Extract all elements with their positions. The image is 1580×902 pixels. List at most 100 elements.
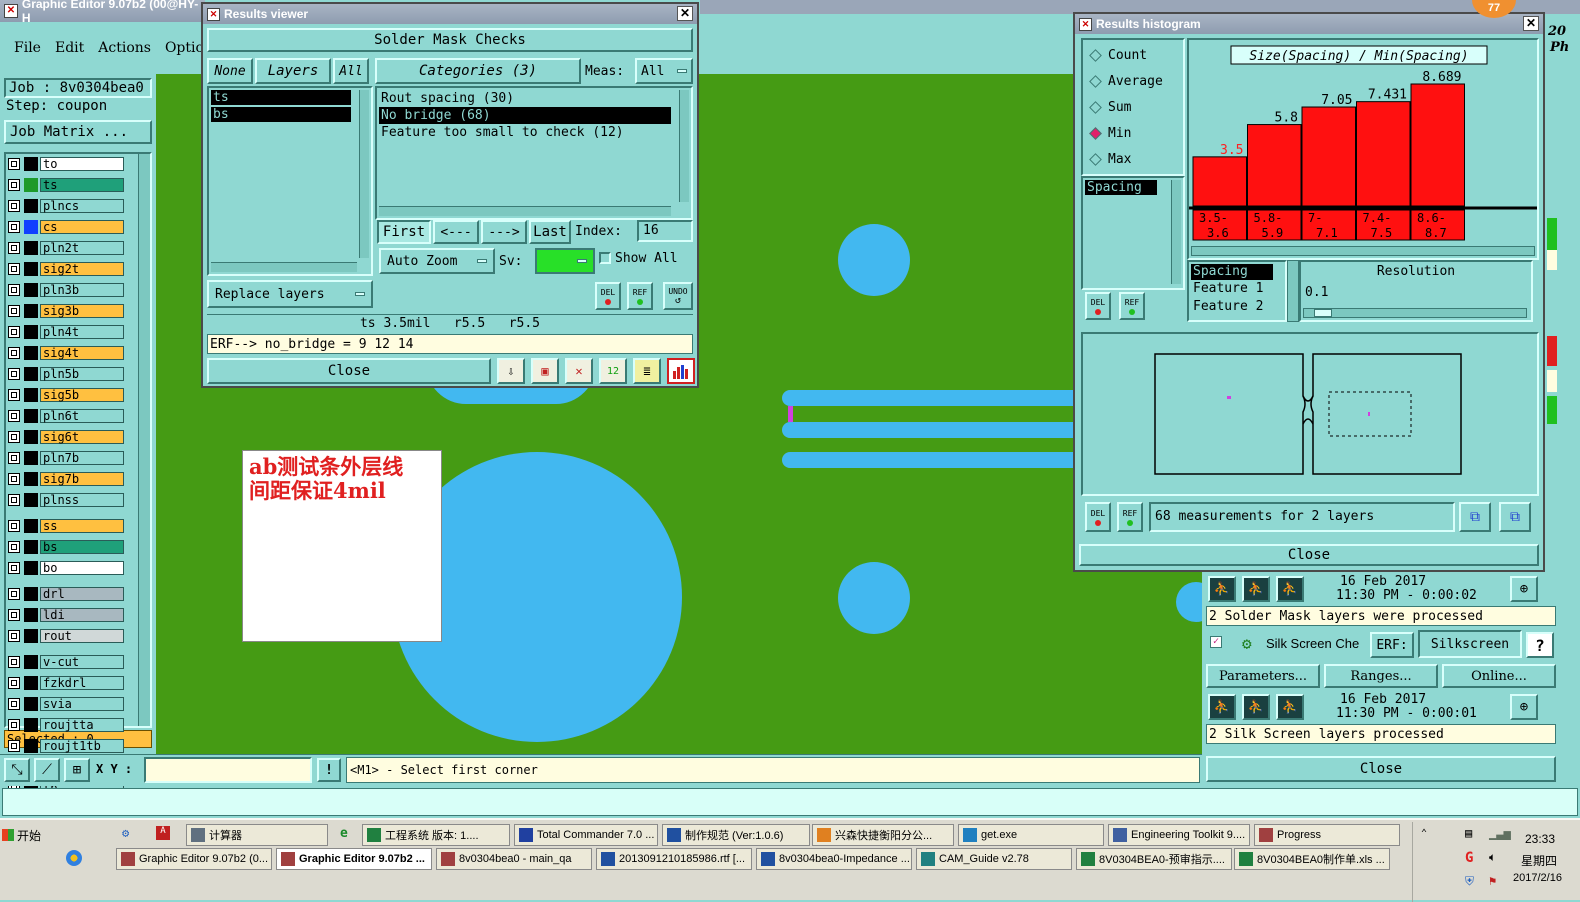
erf-off-icon[interactable]: ✕	[565, 358, 593, 384]
resolution-slider[interactable]	[1303, 308, 1527, 318]
layer-row-sig6t[interactable]: sig6t	[6, 429, 124, 445]
layer-checkbox[interactable]	[8, 221, 20, 233]
taskbar-item-top-4[interactable]: 兴森快捷衡阳分公...	[812, 824, 954, 846]
category-feature-too-small[interactable]: Feature too small to check (12)	[379, 124, 671, 141]
taskbar-item-top-6[interactable]: Engineering Toolkit 9....	[1108, 824, 1250, 846]
stat-average[interactable]: Average	[1083, 68, 1183, 94]
taskbar-item-bottom-6[interactable]: 8V0304BEA0-预审指示....	[1076, 848, 1232, 870]
spacing-list[interactable]: Spacing	[1081, 176, 1185, 290]
taskbar-item-bottom-3[interactable]: 2013091210185986.rtf [...	[596, 848, 752, 870]
layer-row-pln4t[interactable]: pln4t	[6, 324, 124, 340]
layer-row-cs[interactable]: cs	[6, 219, 124, 235]
layer-checkbox[interactable]	[8, 368, 20, 380]
category-list[interactable]: Rout spacing (30) No bridge (68) Feature…	[375, 86, 693, 220]
layer-checkbox[interactable]	[8, 541, 20, 553]
layer-checkbox[interactable]	[8, 200, 20, 212]
prev-measurement-icon[interactable]: ⧉	[1459, 502, 1491, 532]
taskbar-item-bottom-0[interactable]: Graphic Editor 9.07b2 (0...	[116, 848, 272, 870]
preview-ref-button[interactable]: REF	[1117, 502, 1143, 532]
run-icon-6[interactable]: ⛹	[1276, 694, 1304, 720]
category-hscroll[interactable]	[379, 206, 671, 216]
layer-row-sig2t[interactable]: sig2t	[6, 261, 124, 277]
feature-2[interactable]: Feature 2	[1191, 298, 1283, 316]
taskbar-item-top-1[interactable]: 工程系统 版本: 1....	[362, 824, 510, 846]
layer-row-pln6t[interactable]: pln6t	[6, 408, 124, 424]
layer-row-pln2t[interactable]: pln2t	[6, 240, 124, 256]
help-button[interactable]: ?	[1526, 632, 1554, 658]
layer-row-rout[interactable]: rout	[6, 628, 124, 644]
quicklaunch-icon[interactable]	[66, 850, 82, 866]
layer-row-ss[interactable]: ss	[6, 518, 124, 534]
layer-row-ldi[interactable]: ldi	[6, 607, 124, 623]
measure-icon[interactable]: ⟋	[34, 758, 60, 782]
layer-row-pln3b[interactable]: pln3b	[6, 282, 124, 298]
alert-icon[interactable]: !	[317, 758, 341, 782]
taskbar-item-top-2[interactable]: Total Commander 7.0 ...	[514, 824, 658, 846]
histogram-icon[interactable]	[667, 358, 695, 384]
spacing-list-scroll[interactable]	[1171, 180, 1181, 284]
layer-select-list[interactable]: ts bs	[207, 86, 373, 276]
taskbar-item-bottom-5[interactable]: CAM_Guide v2.78	[916, 848, 1072, 870]
menu-edit[interactable]: Edit	[55, 40, 84, 56]
layer-item-ts[interactable]: ts	[211, 90, 351, 105]
layer-checkbox[interactable]	[8, 284, 20, 296]
layer-row-plncs[interactable]: plncs	[6, 198, 124, 214]
spacing-list-item[interactable]: Spacing	[1085, 180, 1157, 195]
replace-layers-dropdown[interactable]: Replace layers	[207, 280, 373, 308]
layer-checkbox[interactable]	[8, 719, 20, 731]
silk-check-checkbox[interactable]: ✓	[1210, 636, 1222, 648]
layer-checkbox[interactable]	[8, 494, 20, 506]
layer-row-sig7b[interactable]: sig7b	[6, 471, 124, 487]
results-viewer-close-icon[interactable]: ✕	[677, 6, 693, 21]
parameters-button[interactable]: Parameters...	[1206, 664, 1320, 688]
histogram-close-button[interactable]: Close	[1079, 544, 1539, 566]
all-button[interactable]: All	[333, 58, 369, 84]
last-button[interactable]: Last	[529, 220, 571, 244]
layer-row-bs[interactable]: bs	[6, 539, 124, 555]
quicklaunch-tools-icon[interactable]: ⚙	[122, 826, 136, 840]
checklist-close-button[interactable]: Close	[1206, 756, 1556, 782]
hist-ref-button[interactable]: REF	[1119, 292, 1145, 320]
taskbar-item-top-7[interactable]: Progress	[1254, 824, 1400, 846]
layer-row-sig4t[interactable]: sig4t	[6, 345, 124, 361]
layer-item-bs[interactable]: bs	[211, 107, 351, 122]
zoom-fit-icon[interactable]: ⤡	[4, 758, 30, 782]
layer-checkbox[interactable]	[8, 588, 20, 600]
layer-row-v-cut[interactable]: v-cut	[6, 654, 124, 670]
layer-list-hscroll[interactable]	[211, 262, 357, 272]
feature-1[interactable]: Feature 1	[1191, 280, 1283, 298]
ranges-button[interactable]: Ranges...	[1324, 664, 1438, 688]
layer-row-roujt1tb[interactable]: roujt1tb	[6, 738, 124, 754]
prev-button[interactable]: <---	[433, 220, 479, 244]
layer-checkbox[interactable]	[8, 326, 20, 338]
erf-value[interactable]: Silkscreen	[1418, 630, 1522, 658]
preview-del-button[interactable]: DEL	[1085, 502, 1111, 532]
layer-list-scrollbar[interactable]	[138, 154, 150, 726]
taskbar-item-bottom-2[interactable]: 8v0304bea0 - main_qa	[436, 848, 592, 870]
layer-row-sig5b[interactable]: sig5b	[6, 387, 124, 403]
quicklaunch-ie-icon[interactable]: e	[340, 826, 354, 841]
next-button[interactable]: --->	[481, 220, 527, 244]
taskbar-item-top-5[interactable]: get.exe	[958, 824, 1104, 846]
layer-row-pln5b[interactable]: pln5b	[6, 366, 124, 382]
histogram-close-icon[interactable]: ✕	[1523, 16, 1539, 31]
layers-button[interactable]: Layers	[255, 58, 331, 84]
category-vscroll[interactable]	[679, 90, 689, 202]
auto-zoom-dropdown[interactable]: Auto Zoom	[379, 248, 495, 274]
layer-checkbox[interactable]	[8, 740, 20, 752]
layer-checkbox[interactable]	[8, 410, 20, 422]
layer-checkbox[interactable]	[8, 520, 20, 532]
layer-checkbox[interactable]	[8, 630, 20, 642]
layer-row-fzkdrl[interactable]: fzkdrl	[6, 675, 124, 691]
category-rout-spacing[interactable]: Rout spacing (30)	[379, 90, 671, 107]
layer-row-plnss[interactable]: plnss	[6, 492, 124, 508]
undo-button[interactable]: UNDO ↺	[663, 282, 693, 310]
taskbar-item-bottom-7[interactable]: 8V0304BEA0制作单.xls ...	[1234, 848, 1390, 870]
stat-max[interactable]: Max	[1083, 146, 1183, 172]
layer-checkbox[interactable]	[8, 263, 20, 275]
start-button[interactable]: 开始	[2, 824, 52, 846]
categories-button[interactable]: Categories (3)	[375, 58, 581, 84]
layer-row-to[interactable]: to	[6, 156, 124, 172]
layer-checkbox[interactable]	[8, 158, 20, 170]
chart-hscroll[interactable]	[1191, 246, 1535, 256]
